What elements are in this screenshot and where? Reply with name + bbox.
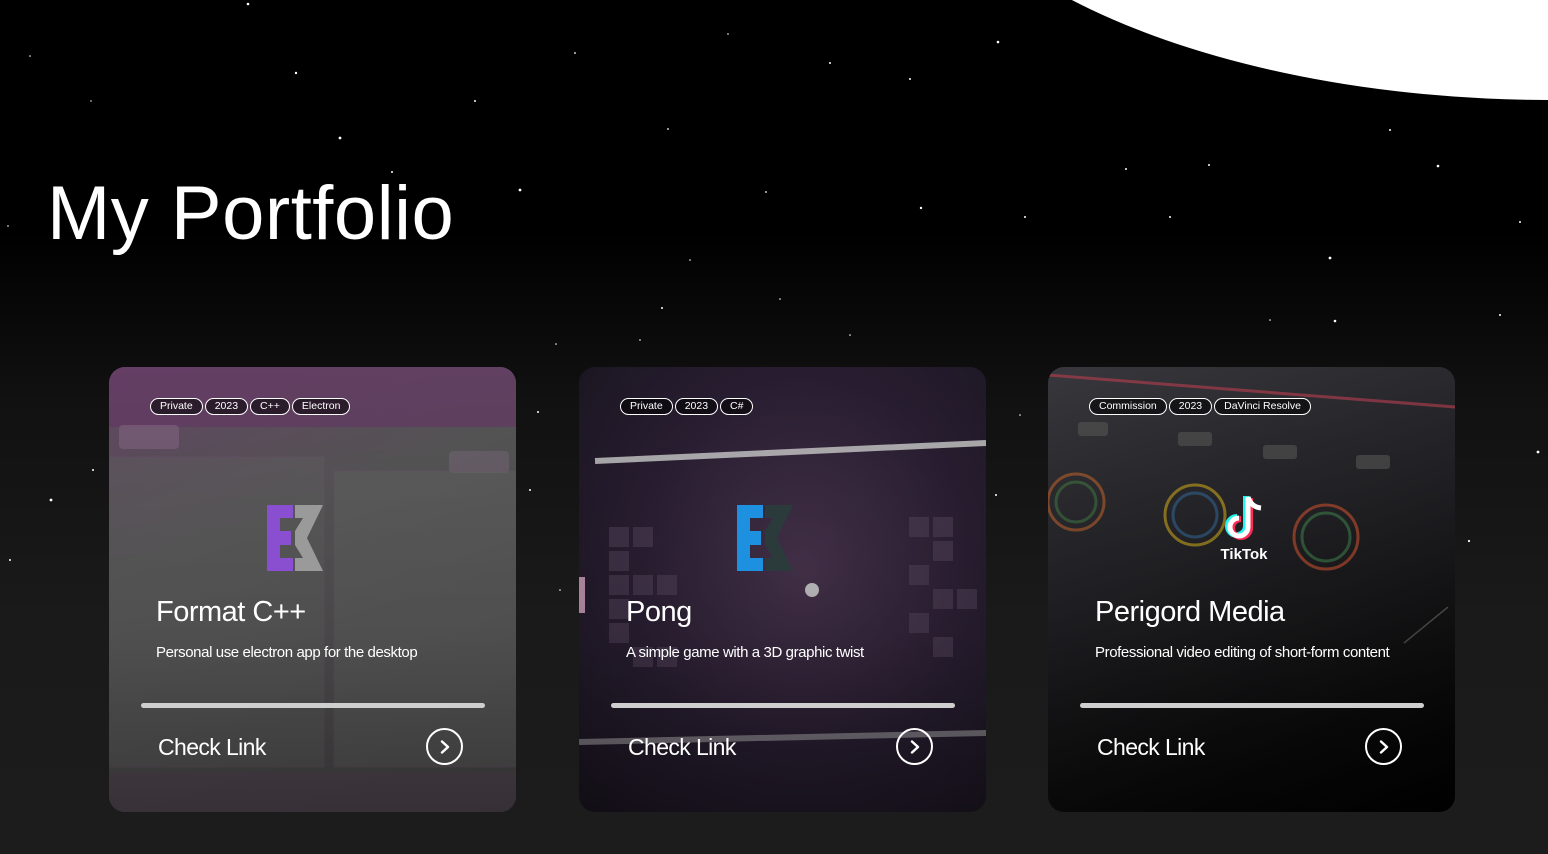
chevron-right-icon xyxy=(440,739,449,754)
card-divider xyxy=(141,703,485,708)
project-card-format-cpp: Private 2023 C++ Electron Format C++ Per… xyxy=(109,367,516,812)
svg-text:TikTok: TikTok xyxy=(1221,546,1269,563)
tiktok-logo-icon: TikTok xyxy=(1221,496,1269,563)
project-card-perigord-media: Commission 2023 DaVinci Resolve TikTok P… xyxy=(1048,367,1455,812)
open-project-button[interactable] xyxy=(426,728,463,765)
tag-badge: 2023 xyxy=(204,398,249,415)
project-description: A simple game with a 3D graphic twist xyxy=(626,644,864,661)
chevron-right-icon xyxy=(1379,739,1388,754)
check-link[interactable]: Check Link xyxy=(158,734,266,761)
project-title: Pong xyxy=(626,596,692,628)
portfolio-page: My Portfolio Private 2023 C++ Electron F… xyxy=(0,0,1548,854)
project-card-pong: Private 2023 C# Pong A simple game with … xyxy=(579,367,986,812)
tag-badge: DaVinci Resolve xyxy=(1214,398,1311,415)
project-tags: Private 2023 C# xyxy=(620,398,754,415)
ek-logo-icon xyxy=(267,505,323,571)
project-description: Personal use electron app for the deskto… xyxy=(156,644,418,661)
card-divider xyxy=(1080,703,1424,708)
open-project-button[interactable] xyxy=(1365,728,1402,765)
tag-badge: Commission xyxy=(1089,398,1167,415)
project-description: Professional video editing of short-form… xyxy=(1095,644,1390,661)
ek-logo-icon xyxy=(737,505,793,571)
tag-badge: Private xyxy=(150,398,203,415)
tag-badge: 2023 xyxy=(674,398,719,415)
card-divider xyxy=(611,703,955,708)
project-tags: Commission 2023 DaVinci Resolve xyxy=(1089,398,1311,415)
project-tags: Private 2023 C++ Electron xyxy=(150,398,351,415)
page-title: My Portfolio xyxy=(47,171,455,256)
tag-badge: 2023 xyxy=(1168,398,1213,415)
tag-badge: C++ xyxy=(250,398,290,415)
chevron-right-icon xyxy=(910,739,919,754)
tag-badge: Electron xyxy=(291,398,351,415)
project-title: Perigord Media xyxy=(1095,596,1285,628)
project-title: Format C++ xyxy=(156,596,306,628)
tag-badge: Private xyxy=(620,398,673,415)
tag-badge: C# xyxy=(720,398,754,415)
check-link[interactable]: Check Link xyxy=(1097,734,1205,761)
open-project-button[interactable] xyxy=(896,728,933,765)
check-link[interactable]: Check Link xyxy=(628,734,736,761)
